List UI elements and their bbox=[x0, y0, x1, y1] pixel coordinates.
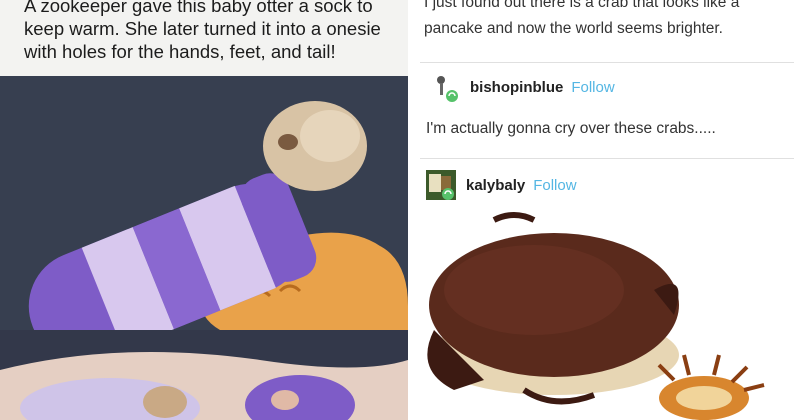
post-text-line: pancake and now the world seems brighter… bbox=[424, 20, 723, 37]
separator bbox=[420, 158, 794, 159]
caption-line: A zookeeper gave this baby otter a sock … bbox=[24, 0, 373, 16]
post-caption: A zookeeper gave this baby otter a sock … bbox=[24, 0, 394, 63]
avatar[interactable] bbox=[430, 72, 460, 102]
original-post-text: I just found out there is a crab that lo… bbox=[424, 0, 739, 42]
caption-line: keep warm. She later turned it into a on… bbox=[24, 18, 381, 39]
username[interactable]: kalybaly bbox=[466, 177, 525, 194]
follow-button[interactable]: Follow bbox=[571, 79, 614, 96]
username[interactable]: bishopinblue bbox=[470, 79, 563, 96]
pancake-crab-photo bbox=[414, 210, 800, 420]
caption-line: with holes for the hands, feet, and tail… bbox=[24, 41, 336, 62]
avatar-image bbox=[426, 170, 456, 200]
left-post: A zookeeper gave this baby otter a sock … bbox=[0, 0, 408, 420]
post-text-line: I just found out there is a crab that lo… bbox=[424, 0, 740, 11]
reblog-badge-icon bbox=[446, 90, 458, 102]
reblog-header: bishopinblue Follow bbox=[430, 72, 615, 102]
separator bbox=[420, 62, 794, 63]
avatar-image bbox=[430, 72, 460, 102]
otter-in-sock-photo bbox=[0, 76, 408, 330]
reblog-badge-icon bbox=[442, 188, 454, 200]
reblog-comment: I'm actually gonna cry over these crabs.… bbox=[426, 120, 716, 137]
otter-onesie-photo bbox=[0, 330, 408, 420]
avatar[interactable] bbox=[426, 170, 456, 200]
follow-button[interactable]: Follow bbox=[533, 177, 576, 194]
reblog-header: kalybaly Follow bbox=[426, 170, 577, 200]
